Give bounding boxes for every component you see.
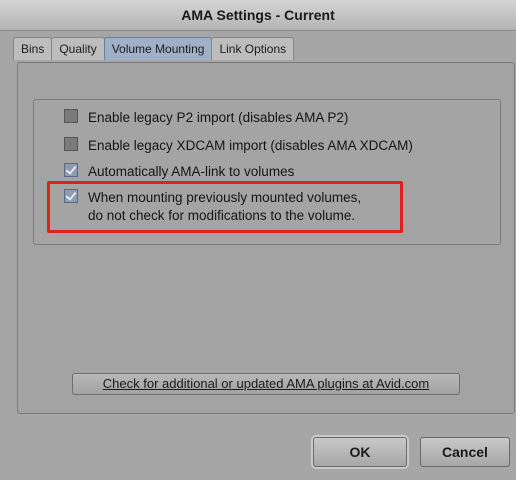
option-legacy-xdcam[interactable]: Enable legacy XDCAM import (disables AMA… (64, 137, 413, 155)
option-auto-ama-link[interactable]: Automatically AMA-link to volumes (64, 163, 294, 181)
tab-link-options[interactable]: Link Options (211, 37, 295, 60)
skip-modification-check-label: When mounting previously mounted volumes… (88, 189, 361, 225)
auto-ama-link-checkbox[interactable] (64, 163, 78, 177)
legacy-xdcam-label: Enable legacy XDCAM import (disables AMA… (88, 138, 413, 153)
tab-bar: Bins Quality Volume Mounting Link Option… (13, 37, 295, 61)
ama-settings-window: AMA Settings - Current Bins Quality Volu… (0, 0, 516, 480)
ok-button[interactable]: OK (313, 437, 407, 467)
cancel-button[interactable]: Cancel (420, 437, 510, 467)
legacy-p2-checkbox[interactable] (64, 109, 78, 123)
option-skip-modification-check[interactable]: When mounting previously mounted volumes… (64, 189, 361, 225)
window-title: AMA Settings - Current (0, 0, 516, 31)
legacy-xdcam-checkbox[interactable] (64, 137, 78, 151)
tab-quality[interactable]: Quality (51, 37, 105, 60)
auto-ama-link-label: Automatically AMA-link to volumes (88, 164, 295, 179)
skip-modification-check-checkbox[interactable] (64, 189, 78, 203)
skip-modification-check-label-line2: do not check for modifications to the vo… (88, 208, 356, 223)
tab-volume-mounting[interactable]: Volume Mounting (103, 37, 213, 60)
legacy-p2-label: Enable legacy P2 import (disables AMA P2… (88, 110, 349, 125)
check-ama-plugins-link[interactable]: Check for additional or updated AMA plug… (72, 373, 460, 395)
option-legacy-p2[interactable]: Enable legacy P2 import (disables AMA P2… (64, 109, 348, 127)
tab-bins[interactable]: Bins (13, 37, 53, 60)
skip-modification-check-label-line1: When mounting previously mounted volumes… (88, 190, 362, 205)
